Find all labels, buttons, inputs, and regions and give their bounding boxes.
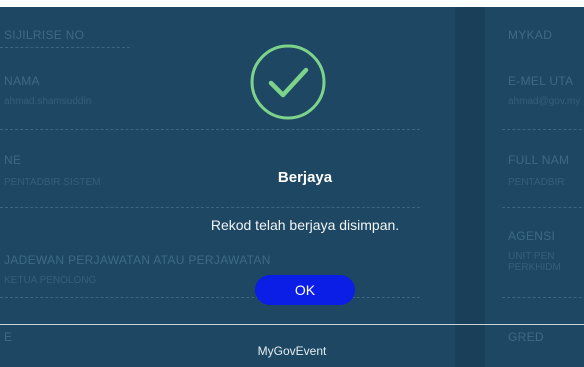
app-frame: SIJILRISE NO NAMA ahmad.shamsuddin NE PE…	[0, 7, 584, 367]
screen: SIJILRISE NO NAMA ahmad.shamsuddin NE PE…	[0, 0, 584, 367]
success-dialog: Berjaya Rekod telah berjaya disimpan. OK	[0, 7, 584, 327]
dialog-title: Berjaya	[277, 169, 333, 186]
ok-button[interactable]: OK	[255, 275, 355, 305]
footer-brand: MyGovEvent	[257, 344, 327, 358]
background-field-label: E	[4, 330, 13, 344]
background-field-label: GRED	[508, 330, 544, 344]
dialog-message: Rekod telah berjaya disimpan.	[210, 217, 400, 233]
check-circle-icon	[249, 43, 327, 121]
